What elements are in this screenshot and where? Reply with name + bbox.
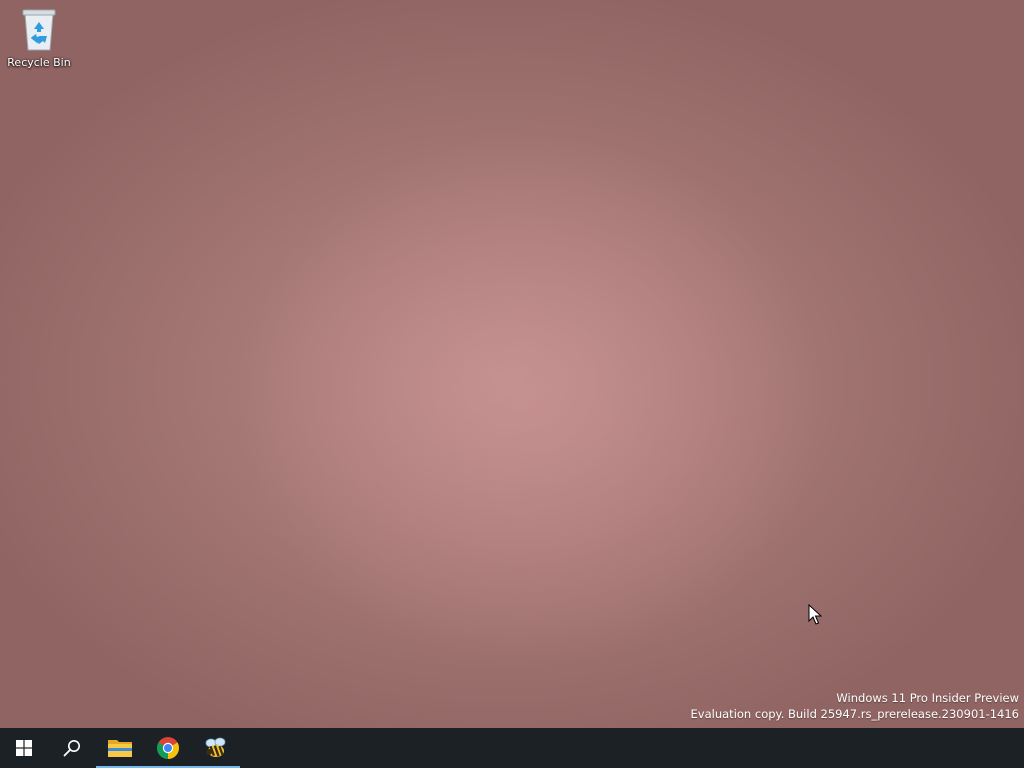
watermark-build: Evaluation copy. Build 25947.rs_prerelea… [690, 707, 1019, 721]
bee-app-button[interactable] [192, 728, 240, 768]
chrome-button[interactable] [144, 728, 192, 768]
start-button[interactable] [0, 728, 48, 768]
search-button[interactable] [48, 728, 96, 768]
windows-logo-icon [16, 740, 32, 756]
desktop[interactable]: Recycle Bin Windows 11 Pro Insider Previ… [0, 0, 1024, 728]
chrome-icon [157, 737, 179, 759]
search-icon [63, 740, 80, 757]
file-explorer-button[interactable] [96, 728, 144, 768]
bee-app-icon [205, 737, 226, 757]
taskbar [0, 728, 1024, 768]
watermark-edition: Windows 11 Pro Insider Preview [836, 691, 1019, 705]
folder-icon [108, 740, 132, 757]
recycle-bin[interactable]: Recycle Bin [4, 6, 74, 76]
evaluation-watermark: Windows 11 Pro Insider Preview Evaluatio… [691, 690, 1019, 722]
recycle-bin-label: Recycle Bin [7, 56, 71, 69]
recycle-bin-icon [22, 9, 56, 51]
mouse-cursor-icon [808, 604, 822, 625]
